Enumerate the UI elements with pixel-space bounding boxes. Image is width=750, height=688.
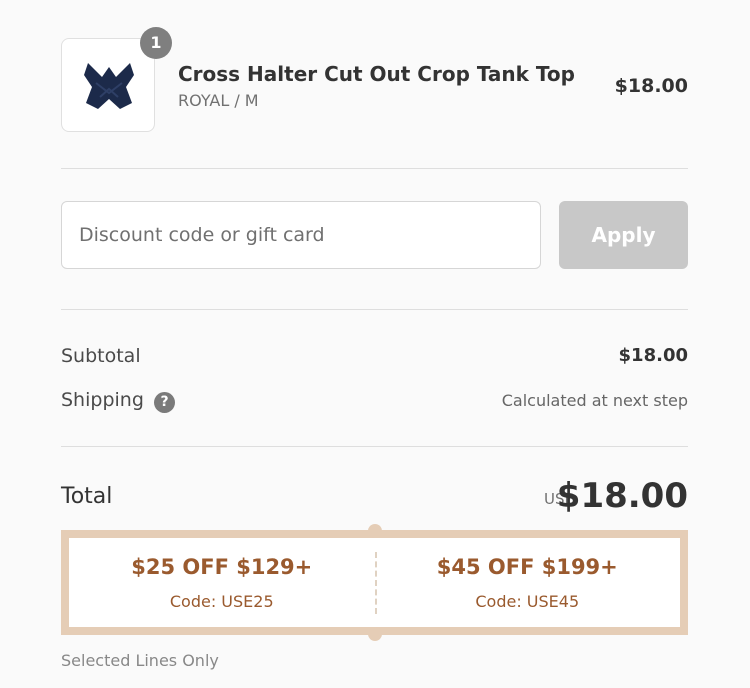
coupon-banner: $25 OFF $129+ Code: USE25 $45 OFF $199+ …: [61, 524, 688, 641]
coupon-code: Code: USE25: [169, 592, 274, 611]
shipping-value: Calculated at next step: [501, 391, 688, 410]
coupon-code: Code: USE45: [475, 592, 580, 611]
product-line-item: 1 Cross Halter Cut Out Crop Tank Top ROY…: [61, 27, 688, 134]
coupon-notch: [367, 627, 382, 641]
divider: [61, 446, 688, 447]
coupon-note: Selected Lines Only: [61, 651, 219, 670]
divider: [61, 168, 688, 169]
total-label: Total: [61, 484, 113, 509]
product-thumbnail: 1: [61, 27, 172, 132]
subtotal-label: Subtotal: [61, 345, 141, 367]
coupon-25[interactable]: $25 OFF $129+ Code: USE25: [69, 538, 375, 627]
coupon-title: $45 OFF $199+: [436, 555, 618, 579]
product-price: $18.00: [614, 75, 688, 97]
question-circle-icon[interactable]: ?: [154, 392, 175, 413]
product-image: [84, 63, 134, 109]
coupon-inner: $25 OFF $129+ Code: USE25 $45 OFF $199+ …: [69, 524, 681, 641]
apply-button[interactable]: Apply: [559, 201, 688, 269]
divider: [61, 309, 688, 310]
coupon-notch: [367, 524, 382, 538]
subtotal-value: $18.00: [618, 345, 688, 366]
product-variant: ROYAL / M: [178, 91, 259, 110]
discount-code-input[interactable]: [61, 201, 541, 269]
quantity-badge: 1: [140, 27, 172, 59]
coupon-45[interactable]: $45 OFF $199+ Code: USE45: [375, 538, 681, 627]
total-value: $18.00: [556, 476, 688, 516]
shipping-label: Shipping: [61, 389, 144, 411]
coupon-title: $25 OFF $129+: [131, 555, 313, 579]
product-name: Cross Halter Cut Out Crop Tank Top: [178, 62, 575, 86]
